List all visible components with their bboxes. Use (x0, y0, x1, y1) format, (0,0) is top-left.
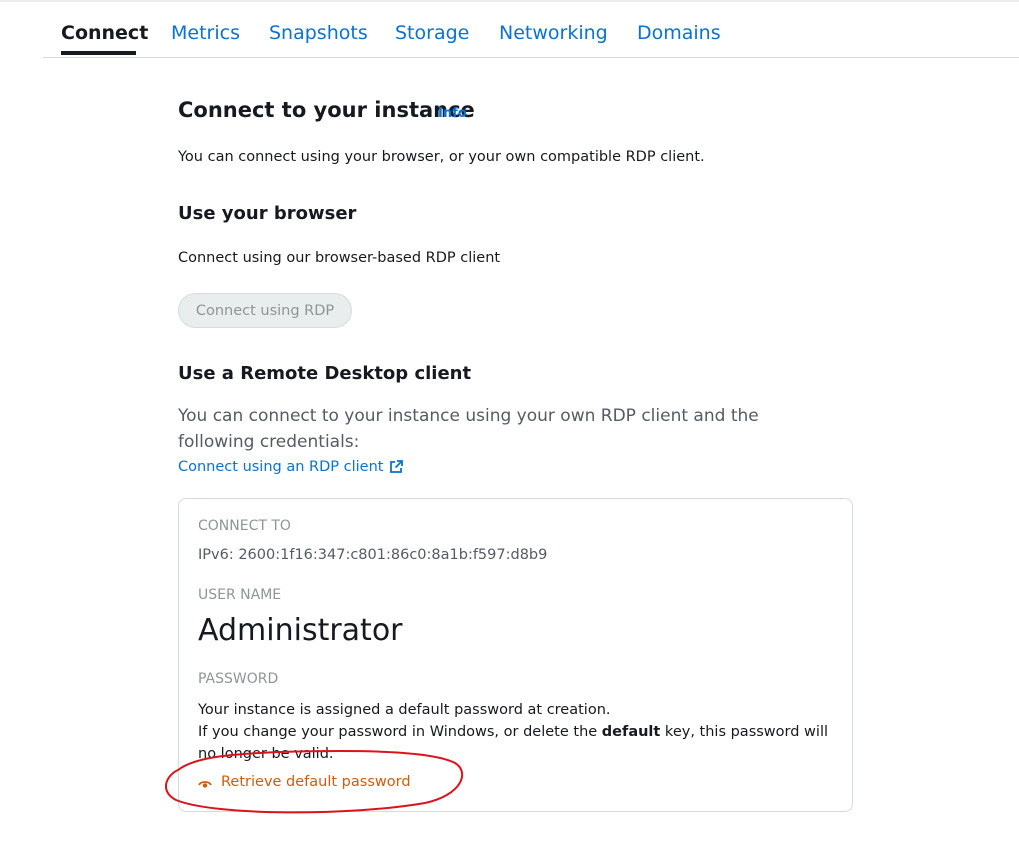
browser-description: Connect using our browser-based RDP clie… (178, 250, 501, 266)
tab-domains[interactable]: Domains (637, 22, 721, 44)
connect-to-value: IPv6: 2600:1f16:347:c801:86c0:8a1b:f597:… (198, 547, 548, 563)
retrieve-password-button[interactable]: Retrieve default password (198, 774, 411, 790)
tab-connect[interactable]: Connect (61, 22, 148, 44)
remote-heading: Use a Remote Desktop client (178, 363, 472, 384)
info-link[interactable]: Info (438, 106, 467, 121)
username-label: USER NAME (198, 587, 282, 603)
rdp-client-link[interactable]: Connect using an RDP client (178, 459, 404, 475)
tab-snapshots[interactable]: Snapshots (269, 22, 368, 44)
tab-bar: Connect Metrics Snapshots Storage Networ… (43, 0, 1019, 58)
tab-networking[interactable]: Networking (499, 22, 608, 44)
connect-rdp-button[interactable]: Connect using RDP (178, 293, 352, 328)
password-description: Your instance is assigned a default pass… (198, 699, 843, 765)
eye-icon (198, 777, 212, 788)
password-line-1: Your instance is assigned a default pass… (198, 702, 611, 718)
username-value: Administrator (198, 613, 403, 648)
page-title: Connect to your instance (178, 98, 475, 122)
connect-rdp-button-label: Connect using RDP (195, 302, 335, 319)
tab-storage[interactable]: Storage (395, 22, 469, 44)
section-description: You can connect using your browser, or y… (178, 149, 705, 165)
password-line-2: If you change your password in Windows, … (198, 721, 843, 765)
password-line-2-pre: If you change your password in Windows, … (198, 724, 602, 740)
retrieve-password-label: Retrieve default password (221, 774, 411, 790)
connect-to-label: CONNECT TO (198, 518, 291, 534)
active-tab-indicator (61, 51, 136, 55)
remote-description: You can connect to your instance using y… (178, 406, 759, 452)
rdp-client-link-label: Connect using an RDP client (178, 459, 384, 475)
tab-metrics[interactable]: Metrics (171, 22, 240, 44)
browser-heading: Use your browser (178, 203, 357, 224)
password-label: PASSWORD (198, 671, 279, 687)
credentials-card: CONNECT TO IPv6: 2600:1f16:347:c801:86c0… (178, 498, 853, 812)
default-key-text: default (601, 724, 661, 740)
external-link-icon (389, 460, 404, 474)
